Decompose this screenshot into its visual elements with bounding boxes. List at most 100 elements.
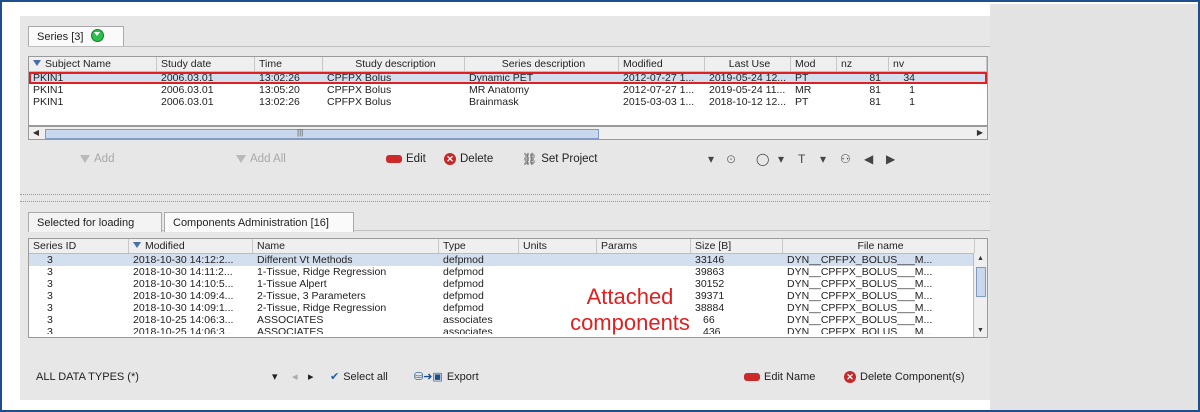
scroll-right-icon[interactable]: ▶ (974, 127, 986, 139)
cell: defpmod (443, 266, 484, 278)
col-subject-name[interactable]: Subject Name (29, 57, 157, 71)
series-row[interactable]: PKIN1 2006.03.01 13:05:20 CPFPX Bolus MR… (29, 84, 987, 96)
cell: 3 (47, 314, 53, 326)
cell: 2-Tissue, 3 Parameters (257, 290, 366, 302)
tab-series[interactable]: Series [3] (28, 26, 124, 46)
select-all-button[interactable]: ✔ Select all (330, 368, 388, 386)
col-nv[interactable]: nv (889, 57, 987, 71)
series-tab-bar: Series [3] (28, 22, 990, 47)
filter-prev-icon[interactable]: ◂ (292, 368, 298, 386)
cell: 2018-10-25 14:06:3... (133, 314, 234, 326)
cell: DYN__CPFPX_BOLUS___M... (787, 290, 933, 302)
component-row-selected[interactable]: 3 2018-10-30 14:12:2... Different Vt Met… (29, 254, 987, 266)
col-params[interactable]: Params (597, 239, 691, 253)
dicom-view-icon[interactable]: ⊙ (726, 152, 736, 166)
tab-series-label: Series [3] (37, 31, 84, 43)
cell (519, 266, 597, 278)
project-icon: ⛓ (522, 152, 538, 166)
set-project-button[interactable]: ⛓ Set Project (522, 150, 597, 168)
scroll-up-icon[interactable]: ▲ (974, 253, 987, 265)
cell: DYN__CPFPX_BOLUS___M... (787, 254, 933, 266)
dropdown-icon[interactable]: ▾ (708, 152, 714, 166)
delete-button[interactable]: ✕ Delete (444, 150, 493, 168)
delete-icon: ✕ (444, 152, 456, 165)
scroll-down-icon[interactable]: ▼ (974, 325, 987, 337)
cell: 2019-05-24 11... (709, 84, 786, 96)
cell: PKIN1 (33, 72, 64, 84)
col-time[interactable]: Time (255, 57, 323, 71)
cell: defpmod (443, 254, 484, 266)
scroll-left-icon[interactable]: ◀ (30, 127, 42, 139)
scrollbar-thumb[interactable] (976, 267, 986, 297)
cell (597, 254, 691, 266)
cell: Different Vt Methods (257, 254, 353, 266)
col-modified[interactable]: Modified (129, 239, 253, 253)
expand-down-icon[interactable] (90, 29, 104, 42)
cell: 34 (903, 72, 915, 84)
cell: PKIN1 (33, 84, 64, 96)
vertical-scrollbar[interactable]: ▲ ▼ (973, 253, 987, 337)
col-study-date[interactable]: Study date (157, 57, 255, 71)
col-size[interactable]: Size [B] (691, 239, 783, 253)
col-file-name[interactable]: File name (783, 239, 975, 253)
cell: defpmod (443, 302, 484, 314)
prev-icon[interactable]: ◀ (864, 152, 873, 166)
text-dropdown-icon[interactable]: ▾ (820, 152, 826, 166)
circle-dropdown-icon[interactable]: ▾ (778, 152, 784, 166)
cell: ASSOCIATES (257, 314, 324, 326)
component-row[interactable]: 3 2018-10-30 14:11:2... 1-Tissue, Ridge … (29, 266, 987, 278)
cell: 13:05:20 (259, 84, 300, 96)
cell: 2018-10-30 14:09:4... (133, 290, 234, 302)
cell: 2012-07-27 1... (623, 84, 695, 96)
data-type-filter[interactable]: ALL DATA TYPES (*) (36, 368, 139, 386)
col-series-description[interactable]: Series description (465, 57, 619, 71)
attached-components-annotation: Attached components (540, 284, 720, 336)
people-icon[interactable]: ⚇ (840, 152, 851, 166)
col-mod[interactable]: Mod (791, 57, 837, 71)
cell: 81 (869, 96, 881, 108)
col-type[interactable]: Type (439, 239, 519, 253)
scrollbar-thumb[interactable] (45, 129, 599, 139)
cell: PKIN1 (33, 96, 64, 108)
cell: 39863 (695, 266, 725, 278)
series-table[interactable]: Subject Name Study date Time Study descr… (28, 56, 988, 126)
filter-dropdown-icon[interactable]: ▾ (272, 368, 278, 386)
add-all-button[interactable]: Add All (236, 150, 286, 168)
cell: 2018-10-12 12... (709, 96, 787, 108)
cell (519, 254, 597, 266)
add-button[interactable]: Add (80, 150, 114, 168)
component-row[interactable]: 3 2018-10-25 14:06:3... ASSOCIATES assoc… (29, 314, 987, 326)
series-row[interactable]: PKIN1 2006.03.01 13:02:26 CPFPX Bolus Br… (29, 96, 987, 108)
text-tool-icon[interactable]: T (798, 152, 805, 166)
cell: 2019-05-24 12... (709, 72, 787, 84)
filter-next-icon[interactable]: ▸ (308, 368, 314, 386)
circle-tool-icon[interactable]: ◯ (756, 152, 769, 166)
component-row[interactable]: 3 2018-10-30 14:10:5... 1-Tissue Alpert … (29, 278, 987, 290)
edit-name-button[interactable]: Edit Name (744, 368, 815, 386)
cell: 2018-10-30 14:11:2... (133, 266, 233, 278)
components-table[interactable]: Series ID Modified Name Type Units Param… (28, 238, 988, 338)
sort-desc-icon (33, 60, 41, 66)
tab-components-administration[interactable]: Components Administration [16] (164, 212, 354, 232)
delete-components-button[interactable]: ✕ Delete Component(s) (844, 368, 965, 386)
col-name[interactable]: Name (253, 239, 439, 253)
col-series-id[interactable]: Series ID (29, 239, 129, 253)
horizontal-scrollbar[interactable]: ◀ ||| ▶ (28, 126, 988, 140)
col-study-description[interactable]: Study description (323, 57, 465, 71)
panel-splitter[interactable] (20, 194, 990, 202)
component-row[interactable]: 3 2018-10-25 14:06:3... ASSOCIATES assoc… (29, 326, 987, 334)
col-units[interactable]: Units (519, 239, 597, 253)
component-row[interactable]: 3 2018-10-30 14:09:4... 2-Tissue, 3 Para… (29, 290, 987, 302)
series-row-selected[interactable]: PKIN1 2006.03.01 13:02:26 CPFPX Bolus Dy… (29, 72, 987, 84)
export-button[interactable]: ⛁➜▣ Export (414, 368, 479, 386)
cell: 2006.03.01 (161, 72, 214, 84)
col-last-use[interactable]: Last Use (705, 57, 791, 71)
delete-icon: ✕ (844, 371, 856, 384)
cell: 3 (47, 254, 53, 266)
col-nz[interactable]: nz (837, 57, 889, 71)
next-icon[interactable]: ▶ (886, 152, 895, 166)
tab-selected-for-loading[interactable]: Selected for loading (28, 212, 162, 232)
edit-button[interactable]: Edit (386, 150, 426, 168)
component-row[interactable]: 3 2018-10-30 14:09:1... 2-Tissue, Ridge … (29, 302, 987, 314)
col-modified[interactable]: Modified (619, 57, 705, 71)
